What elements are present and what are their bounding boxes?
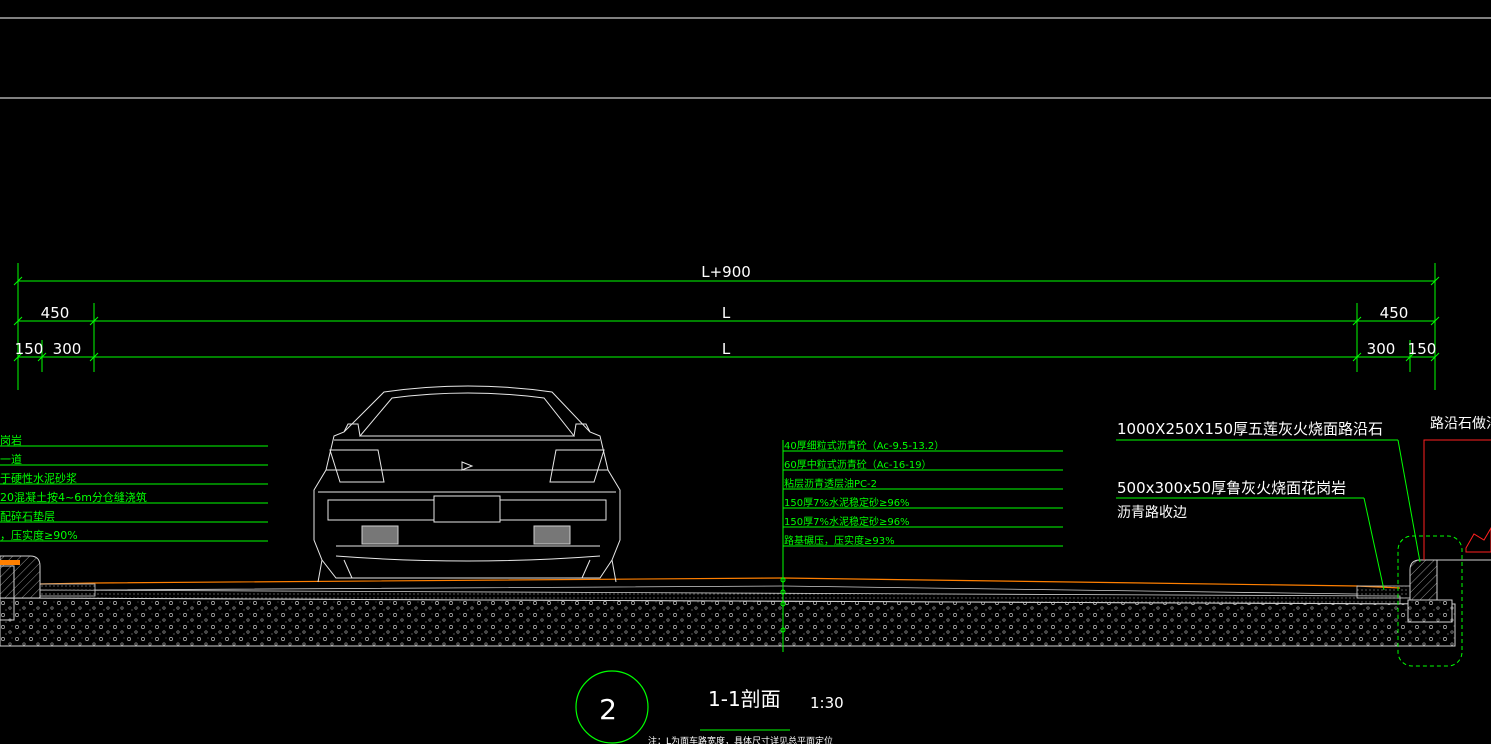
detail-ref-note: 路沿石做法 (1430, 416, 1491, 432)
section-drawing: L+900 L L 450 150 300 450 300 150 岗岩 一道 … (0, 17, 1491, 744)
edge-note: 500x300x50厚鲁灰火烧面花岗岩 (1117, 479, 1346, 497)
dim-right-450: 450 (1380, 304, 1409, 322)
edge-subnote: 沥青路收边 (1117, 505, 1187, 521)
section-scale: 1:30 (810, 694, 844, 712)
dim-left-300: 300 (53, 340, 82, 358)
section-title-block: 2 1-1剖面 1:30 注：L为面车路宽度，具体尺寸详见总平面定位 (575, 670, 844, 744)
dim-left-450: 450 (41, 304, 70, 322)
dimension-chain (13, 263, 1440, 390)
center-layer-5: 150厚7%水泥稳定砂≥96% (784, 515, 910, 528)
section-note: 注：L为面车路宽度，具体尺寸详见总平面定位 (648, 735, 833, 744)
left-layer-4: 20混凝土按4~6m分仓缝浇筑 (0, 490, 147, 504)
dim-middle-bottom: L (722, 340, 731, 358)
center-layer-notes: 40厚细粒式沥青砼（Ac-9.5-13.2） 60厚中粒式沥青砼（Ac-16-1… (783, 439, 1063, 547)
center-layer-2: 60厚中粒式沥青砼（Ac-16-19） (784, 458, 932, 471)
dim-right-150: 150 (1408, 340, 1437, 358)
left-layer-2: 一道 (0, 452, 22, 466)
center-layer-4: 150厚7%水泥稳定砂≥96% (784, 496, 910, 509)
dim-overall: L+900 (701, 263, 751, 281)
road-section (0, 440, 1491, 667)
section-number: 2 (599, 693, 617, 726)
curb-note: 1000X250X150厚五莲灰火烧面路沿石 (1117, 420, 1383, 438)
dim-left-150: 150 (15, 340, 44, 358)
dim-middle-top: L (722, 304, 731, 322)
left-layer-3: 于硬性水泥砂浆 (0, 471, 77, 485)
section-title: 1-1剖面 (708, 687, 781, 711)
left-layer-1: 岗岩 (0, 433, 22, 447)
subbase-gravel (0, 597, 1456, 647)
center-layer-3: 粘层沥青透层油PC-2 (784, 477, 877, 490)
center-layer-1: 40厚细粒式沥青砼（Ac-9.5-13.2） (784, 439, 944, 452)
dim-right-300: 300 (1367, 340, 1396, 358)
center-layer-6: 路基碾压，压实度≥93% (784, 534, 895, 547)
left-layer-notes: 岗岩 一道 于硬性水泥砂浆 20混凝土按4~6m分仓缝浇筑 配碎石垫层 ，压实度… (0, 433, 268, 542)
car-illustration (313, 385, 621, 583)
left-layer-5: 配碎石垫层 (0, 509, 55, 523)
left-layer-6: ，压实度≥90% (0, 528, 78, 542)
